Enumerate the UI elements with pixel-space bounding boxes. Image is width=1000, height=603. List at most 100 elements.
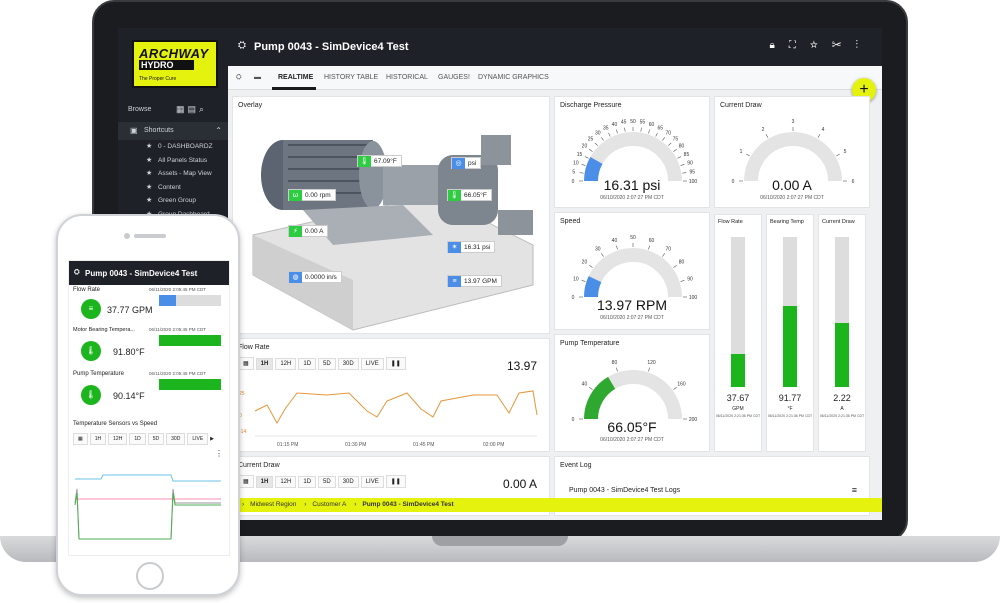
range-5d[interactable]: 5D [318,476,336,488]
range-12h[interactable]: 12H [275,358,297,370]
overlay-tag[interactable]: ◎ psi [451,157,482,169]
tab-realtime[interactable]: REALTIME [278,74,313,81]
map-icon[interactable]: ▤ [188,104,200,114]
range-5d[interactable]: 5D [147,433,165,445]
gauge-tick [648,129,650,134]
gauge-tick-label: 55 [640,120,646,126]
range-live[interactable]: LIVE [187,433,209,445]
gauge-tick-label: 40 [582,382,588,388]
lock-icon[interactable]: 🔒︎ [770,40,789,51]
range-5d[interactable]: 5D [318,358,336,370]
range-1h[interactable]: 1H [255,358,274,370]
gauge-track [744,132,842,182]
fullscreen-icon[interactable]: ⛶ [789,40,810,51]
star-icon[interactable]: ☆ [810,40,832,51]
tab-gauges[interactable]: GAUGES! [438,74,470,81]
speed-panel: Speed 0 10 20 30 40 50 60 70 80 90 100 13.97 RPM 0… [554,212,710,330]
calendar-icon[interactable]: ▦ [238,357,254,370]
browse-label: Browse [128,106,152,113]
tab-history-table[interactable]: HISTORY TABLE [324,74,378,81]
row-bar-fill [159,335,221,346]
range-30d[interactable]: 30D [166,433,186,445]
range-live[interactable]: LIVE [360,476,384,488]
chart-current-value: 0.00 A [502,477,537,491]
range-1h[interactable]: 1H [89,433,107,445]
calendar-icon[interactable]: ▦ [238,475,254,488]
gauge-tick-label: 120 [647,360,656,366]
phone-screen: ⛭ Pump 0043 - SimDevice4 Test Flow Rate … [68,260,230,556]
flow-icon: ≡ [81,299,101,319]
overlay-tag[interactable]: ◍ 0.0000 in/s [288,271,342,283]
gauge-tick-label: 1 [740,149,743,155]
range-1h[interactable]: 1H [255,476,274,488]
shortcuts-header[interactable]: ▣ Shortcuts ⌃ [118,122,228,140]
pump-icon: ⛭ [238,40,246,51]
gauge-tick-label: 90 [687,276,693,282]
more-icon[interactable]: ⋮ [856,40,873,51]
header-actions: 🔒︎⛶☆✂⋮ [770,40,872,51]
more-icon[interactable]: ⋮ [215,449,223,458]
shortcut-item[interactable]: ★ Content [118,181,228,195]
range-live[interactable]: LIVE [360,358,384,370]
play-icon[interactable]: ▶ [210,436,214,442]
range-12h[interactable]: 12H [275,476,297,488]
brand-logo[interactable]: ARCHWAY HYDRO The Proper Cure [132,40,218,88]
event-log-row[interactable]: Pump 0043 - SimDevice4 Test Logs [569,487,680,494]
gauge-tick-label: 2 [762,127,765,133]
folder-icon[interactable]: ▬ [254,74,261,81]
breadcrumb: › Midwest Region › Customer A › Pump 0043 -… [228,498,882,512]
overlay-tag[interactable]: 🌡︎ 66.05°F [447,189,492,201]
shortcut-item[interactable]: ★ All Panels Status [118,154,228,168]
gauge-tick-label: 4 [822,127,825,133]
laptop-notch [432,536,568,546]
gauge-tick-label: 35 [603,126,609,132]
bolt-icon: ⚡︎ [289,226,302,237]
overlay-tag[interactable]: 🌡︎ 67.09°F [357,155,402,167]
gauge-tick-label: 30 [595,246,601,252]
gauge-tick [673,149,677,152]
phone-row[interactable]: Flow Rate 06/11/2020 2:05:45 PM CDT ≡ 37… [69,287,229,325]
range-1d[interactable]: 1D [298,476,317,488]
range-12h[interactable]: 12H [108,433,128,445]
temperature-gauge: 04080 120160200 [572,360,697,423]
bar-fill [835,322,849,387]
phone-row[interactable]: Pump Temperature 06/11/2020 2:05:45 PM C… [69,371,229,411]
breadcrumb-item[interactable]: Midwest Region [250,501,296,508]
active-tab-indicator [272,87,316,90]
gauge-tick [836,153,840,157]
tab-historical[interactable]: HISTORICAL [386,74,428,81]
row-label: Flow Rate [73,287,101,293]
filter-icon[interactable]: ≡ [852,485,857,495]
shortcut-label: All Panels Status [158,156,208,164]
star-icon: ★ [146,183,153,191]
overlay-tag[interactable]: ω 0.00 rpm [288,189,336,201]
search-icon[interactable]: ⌕ [199,104,207,114]
x-tick: 01:30 PM [345,442,366,448]
range-30d[interactable]: 30D [337,358,359,370]
pause-icon[interactable]: ❚❚ [385,357,406,370]
grid-view-icon[interactable]: ▦ [176,104,188,114]
range-1d[interactable]: 1D [298,358,317,370]
range-30d[interactable]: 30D [337,476,359,488]
row-bar [159,379,221,390]
range-1d[interactable]: 1D [129,433,146,445]
calendar-icon[interactable]: ▦ [73,433,88,445]
overlay-tag[interactable]: ≡ 13.97 GPM [447,275,502,287]
thermometer-icon: 🌡︎ [358,156,371,167]
pause-icon[interactable]: ❚❚ [385,475,406,488]
tag-value: 13.97 GPM [464,278,497,285]
dashboard-icon[interactable]: ⛭ [236,74,242,82]
phone-row[interactable]: Motor Bearing Tempera... 06/11/2020 2:05… [69,327,229,367]
tab-dynamic-graphics[interactable]: DYNAMIC GRAPHICS [478,74,549,81]
shortcut-item[interactable]: ★ 0 - DASHBOARDZ [118,140,228,154]
tools-icon[interactable]: ✂ [832,40,856,51]
phone-home-button[interactable] [136,562,164,590]
overlay-tag[interactable]: ✶ 16.31 psi [447,241,496,253]
flow-icon: ≡ [448,276,461,287]
shortcut-item[interactable]: ★ Green Group [118,194,228,208]
breadcrumb-item[interactable]: Customer A [312,501,346,508]
shortcut-item[interactable]: ★ Assets - Map View [118,167,228,181]
gauge-tick-label: 50 [630,235,636,241]
gauge-tick [608,132,611,137]
overlay-tag[interactable]: ⚡︎ 0.00 A [288,225,329,237]
